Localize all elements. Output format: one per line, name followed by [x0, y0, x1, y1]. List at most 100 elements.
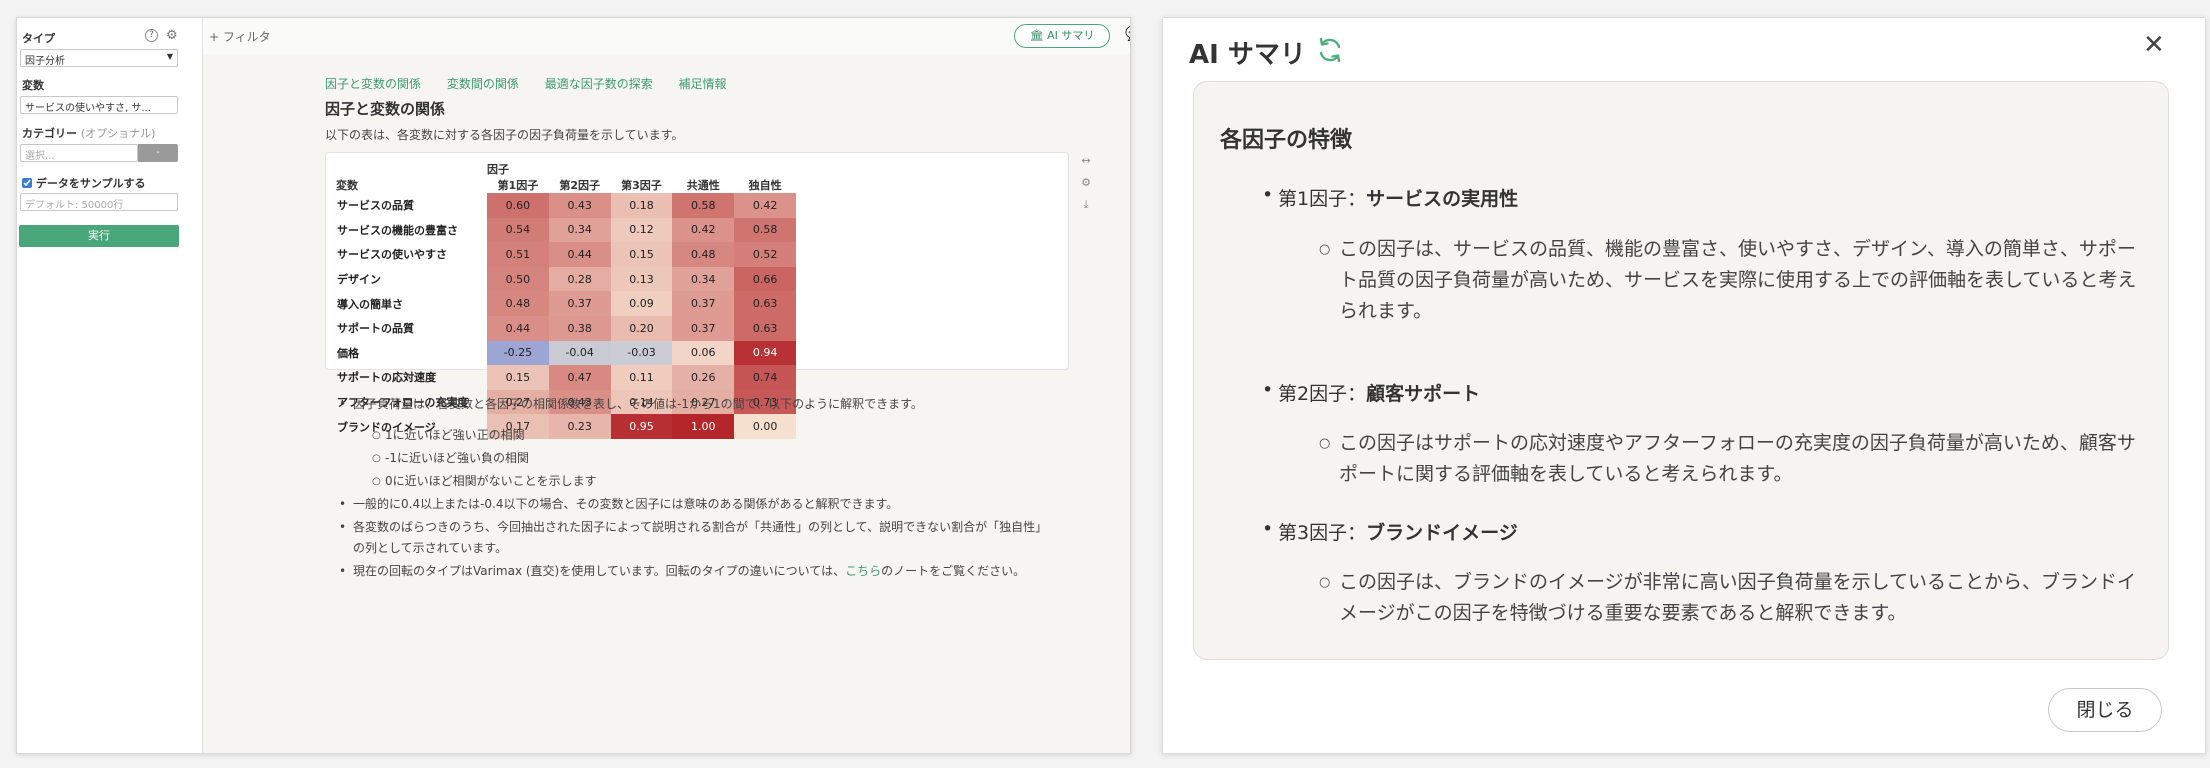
sample-label: データをサンプルする	[35, 177, 146, 190]
col-header[interactable]: 共通性	[672, 177, 734, 193]
refresh-icon[interactable]	[1315, 35, 1345, 65]
loading-cell: 0.37	[548, 291, 611, 316]
sample-option[interactable]: データをサンプルする	[22, 175, 146, 191]
loading-cell: 0.43	[548, 193, 611, 218]
category-label-text: カテゴリー	[22, 127, 77, 140]
type-select[interactable]: 因子分析 ▼	[20, 49, 178, 67]
factor-prefix: 第3因子：	[1278, 522, 1367, 544]
type-select-value: 因子分析	[25, 56, 65, 67]
tab-variable-relation[interactable]: 変数間の関係	[447, 77, 519, 91]
tab-optimal-factors[interactable]: 最適な因子数の探索	[545, 77, 653, 91]
col-header[interactable]: 第1因子	[487, 177, 549, 193]
sidebar: タイプ ? ⚙ 因子分析 ▼ 変数 サービスの使いやすさ, サ... カテゴリー…	[17, 18, 203, 753]
summary-card: 各因子の特徴 第1因子：サービスの実用性 この因子は、サービスの品質、機能の豊富…	[1193, 81, 2169, 660]
ai-summary-label: AI サマリ	[1047, 29, 1095, 42]
loading-cell: 0.44	[487, 315, 549, 341]
settings-icon[interactable]: ⚙	[166, 29, 178, 42]
comment-icon[interactable]: 💬	[1125, 26, 1130, 42]
category-optional-text: (オプショナル)	[80, 127, 156, 140]
table-row: サポートの応対速度 0.15 0.47 0.11 0.26 0.74	[332, 365, 796, 390]
tab-supplementary[interactable]: 補足情報	[679, 77, 727, 91]
col-header[interactable]: 独自性	[734, 177, 796, 193]
close-button[interactable]: 閉じる	[2048, 688, 2162, 732]
loading-cell: 0.37	[672, 291, 735, 316]
loading-cell: 0.94	[734, 340, 796, 366]
variables-field[interactable]: サービスの使いやすさ, サ...	[20, 96, 178, 114]
analytics-window: タイプ ? ⚙ 因子分析 ▼ 変数 サービスの使いやすさ, サ... カテゴリー…	[16, 17, 1131, 754]
main-content: 因子と変数の関係 変数間の関係 最適な因子数の探索 補足情報 因子と変数の関係 …	[203, 54, 1130, 753]
loading-cell: 0.44	[548, 242, 611, 267]
factor-name: 顧客サポート	[1366, 383, 1481, 405]
sample-checkbox[interactable]	[22, 178, 32, 188]
table-tools: ↔ ⚙ ⤓	[1078, 154, 1094, 220]
loading-cell: 0.42	[672, 217, 735, 243]
run-button[interactable]: 実行	[19, 225, 179, 247]
rotation-note-link[interactable]: こちら	[845, 564, 881, 578]
variable-cell: デザイン	[337, 273, 381, 287]
loading-cell: 0.15	[610, 242, 673, 267]
factor-description: この因子は、サービスの品質、機能の豊富さ、使いやすさ、デザイン、導入の簡単さ、サ…	[1319, 234, 2149, 327]
notes: 因子負荷量は、各変数と各因子の相関係数を表し、その値は-1から1の間で、以下のよ…	[335, 394, 1055, 582]
col-header[interactable]: 第3因子	[611, 177, 673, 193]
section-title: 因子と変数の関係	[325, 100, 446, 118]
loadings-table-card: 変数 因子 第1因子 第2因子 第3因子 共通性 独自性 サービスの品質 0.60…	[325, 152, 1069, 439]
category-select[interactable]: 選択...	[20, 144, 138, 162]
category-label: カテゴリー (オプショナル)	[22, 125, 155, 141]
category-remove-button[interactable]: -	[138, 144, 178, 162]
table-row: 価格 -0.25 -0.04 -0.03 0.06 0.94	[332, 340, 796, 366]
variables-label: 変数	[22, 79, 44, 92]
loading-cell: 0.51	[487, 242, 549, 267]
loading-cell: 0.50	[487, 266, 549, 292]
chevron-down-icon: ▼	[166, 52, 173, 61]
variable-cell: 価格	[337, 346, 359, 360]
loading-cell: 0.52	[734, 242, 796, 267]
loading-cell: -0.04	[548, 340, 611, 366]
download-icon[interactable]: ⤓	[1078, 198, 1094, 220]
loading-cell: 0.60	[487, 193, 549, 218]
col-header[interactable]: 第2因子	[549, 177, 611, 193]
loading-cell: 0.18	[610, 193, 673, 218]
table-row: 導入の簡単さ 0.48 0.37 0.09 0.37 0.63	[332, 291, 796, 316]
factor-group-header: 因子	[487, 163, 509, 176]
loading-cell: 0.63	[734, 315, 796, 341]
table-row: サービスの機能の豊富さ 0.54 0.34 0.12 0.42 0.58	[332, 217, 796, 243]
loading-cell: 0.26	[672, 365, 735, 390]
sample-size-input[interactable]: デフォルト: 50000行	[20, 193, 178, 211]
note-loadings: 因子負荷量は、各変数と各因子の相関係数を表し、その値は-1から1の間で、以下のよ…	[335, 394, 1055, 415]
loading-cell: 0.54	[487, 217, 549, 243]
factor-prefix: 第2因子：	[1278, 383, 1367, 405]
factor-prefix: 第1因子：	[1278, 188, 1367, 210]
loading-cell: 0.38	[548, 315, 611, 341]
note-sub-negative: -1に近いほど強い負の相関	[335, 448, 1055, 469]
note-rotation: 現在の回転のタイプはVarimax (直交)を使用しています。回転のタイプの違い…	[335, 561, 1055, 582]
section-tabs: 因子と変数の関係 変数間の関係 最適な因子数の探索 補足情報	[325, 75, 749, 92]
factor-description: この因子は、ブランドのイメージが非常に高い因子負荷量を示していることから、ブラン…	[1319, 567, 2149, 629]
note-rotation-text: 現在の回転のタイプはVarimax (直交)を使用しています。回転のタイプの違い…	[353, 564, 846, 578]
close-icon[interactable]: ✕	[2143, 30, 2165, 60]
factor-description: この因子はサポートの応対速度やアフターフォローの充実度の因子負荷量が高いため、顧…	[1319, 428, 2149, 490]
loading-cell: 0.34	[548, 217, 611, 243]
help-icon[interactable]: ?	[145, 29, 158, 42]
type-label: タイプ	[22, 32, 55, 45]
note-sub-positive: 1に近いほど強い正の相関	[335, 425, 1055, 446]
loading-cell: 0.11	[610, 365, 673, 390]
loading-cell: 0.42	[734, 193, 796, 218]
loading-cell: 0.47	[548, 365, 611, 390]
loading-cell: 0.48	[672, 242, 735, 267]
loading-cell: 0.20	[610, 315, 673, 341]
loading-cell: -0.25	[487, 340, 549, 366]
note-rotation-tail: のノートをご覧ください。	[881, 564, 1026, 578]
gear-icon[interactable]: ⚙	[1078, 176, 1094, 198]
loading-cell: 0.09	[610, 291, 673, 316]
filter-button[interactable]: + フィルタ	[209, 28, 271, 45]
ai-summary-button[interactable]: 🏛 AI サマリ	[1014, 24, 1110, 48]
variable-cell: サービスの品質	[337, 199, 414, 213]
tab-factor-variable[interactable]: 因子と変数の関係	[325, 77, 421, 91]
variable-cell: サポートの品質	[337, 322, 414, 336]
expand-icon[interactable]: ↔	[1078, 154, 1094, 176]
summary-heading: 各因子の特徴	[1220, 128, 1353, 153]
table-row: サービスの品質 0.60 0.43 0.18 0.58 0.42	[332, 193, 796, 218]
variable-cell: サービスの機能の豊富さ	[337, 223, 458, 237]
loading-cell: 0.58	[672, 193, 735, 218]
table-row: サービスの使いやすさ 0.51 0.44 0.15 0.48 0.52	[332, 242, 796, 267]
